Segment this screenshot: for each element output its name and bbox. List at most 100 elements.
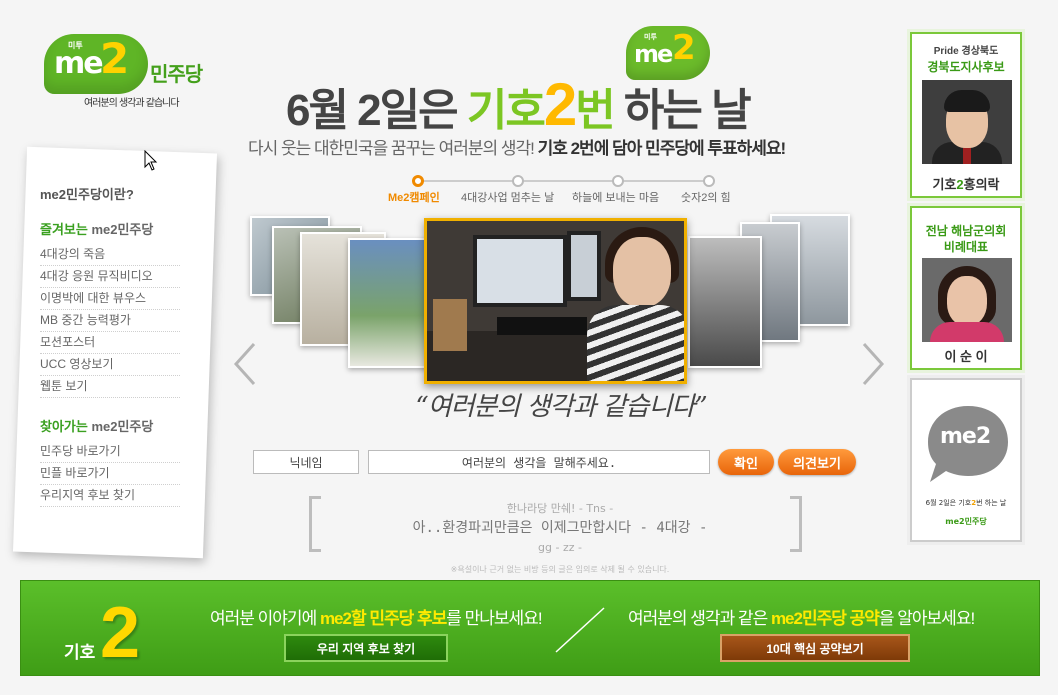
photo-shirt [587, 305, 684, 381]
candidate-card-gyeongbuk[interactable]: Pride 경상북도 경북도지사후보 기호2홍의락 [910, 32, 1022, 198]
banner-t1-c: 를 만나보세요! [446, 609, 542, 628]
comment-notice: ※욕설이나 근거 없는 비방 등의 글은 임의로 삭제 될 수 있습니다. [450, 565, 670, 574]
candidate-name-pre: 기호 [932, 177, 957, 192]
candidate-title-line2: 비례대표 [943, 240, 989, 254]
banner-t2-a: 여러분의 생각과 같은 [628, 609, 771, 628]
menu-item[interactable]: 민주당 바로가기 [40, 441, 180, 463]
step-dot[interactable] [612, 175, 624, 187]
photo-top [930, 322, 1004, 342]
logo-me: me [54, 46, 104, 81]
poster-party: me2민주당 [945, 517, 987, 526]
candidate-name: 기호2홍의락 [912, 174, 1020, 193]
gallery-main-photo[interactable] [424, 218, 687, 384]
candidate-title-line1: 전남 해남군의회 [925, 224, 1007, 238]
steps-track [418, 180, 710, 182]
chevron-right-icon[interactable] [860, 342, 886, 386]
step-label[interactable]: 숫자2의 힘 [681, 189, 731, 205]
poster-logo: me2 [940, 424, 991, 449]
logo-two: 2 [100, 34, 130, 83]
step-dot[interactable] [512, 175, 524, 187]
nickname-input[interactable] [253, 450, 359, 474]
poster-caption: 6월 2일은 기호2번 하는 날 [912, 498, 1020, 508]
banner-t2-b: me2민주당 공약 [770, 609, 880, 628]
headline-part5: 하는 날 [613, 86, 752, 135]
menu-section-favorites: 즐겨보는 me2민주당 [40, 219, 180, 238]
candidate-photo [922, 80, 1012, 164]
step-dot-active[interactable] [412, 175, 424, 187]
menu-item[interactable]: UCC 영상보기 [40, 354, 180, 376]
bracket-right [790, 496, 802, 552]
banner-t1-b: me2할 민주당 후보 [319, 609, 447, 628]
confirm-button[interactable]: 확인 [718, 449, 774, 475]
menu-item[interactable]: 우리지역 후보 찾기 [40, 485, 180, 507]
page-subheadline: 다시 웃는 대한민국을 꿈꾸는 여러분의 생각! 기호 2번에 담아 민주당에 … [248, 134, 828, 158]
step-dot[interactable] [703, 175, 715, 187]
candidate-name-num: 2 [956, 177, 964, 192]
comment-line: gg - zz - [538, 541, 582, 554]
mouse-cursor-icon [144, 150, 158, 171]
headline-part2: 기호 [466, 86, 546, 135]
view-pledges-button[interactable]: 10대 핵심 공약보기 [720, 634, 910, 662]
headline-part3: 2 [543, 71, 577, 138]
party-logo[interactable]: 미투 me 2 민주당 여러분의 생각과 같습니다 [44, 34, 204, 109]
opinion-input[interactable] [368, 450, 710, 474]
candidate-name: 이 순 이 [944, 349, 988, 364]
gallery-photo[interactable] [348, 238, 428, 368]
headline-part4: 번 [575, 86, 616, 135]
menu-section-favorites-gray: me2민주당 [87, 222, 154, 237]
candidate-photo [922, 258, 1012, 342]
poster-caption-a: 6월 2일은 기호 [925, 499, 972, 507]
menu-section-favorites-green: 즐겨보는 [40, 222, 88, 237]
photo-face [947, 276, 987, 326]
menu-item[interactable]: 4대강 응원 뮤직비디오 [40, 266, 180, 288]
menu-item[interactable]: 모션포스터 [40, 332, 180, 354]
banner-t2-c: 을 알아보세요! [878, 609, 975, 628]
gallery-photo[interactable] [688, 236, 762, 368]
headline-part1: 6월 2일은 [286, 86, 467, 135]
candidate-title: 경북도지사후보 [927, 60, 1005, 74]
menu-item[interactable]: 민플 바로가기 [40, 463, 180, 485]
campaign-poster-card[interactable]: me2 6월 2일은 기호2번 하는 날 me2민주당 [910, 378, 1022, 542]
menu-section-visit-gray: me2민주당 [87, 419, 154, 434]
subhead-plain: 다시 웃는 대한민국을 꿈꾸는 여러분의 생각! [248, 139, 538, 158]
badge-me: me [634, 40, 673, 68]
menu-section-visit: 찾아가는 me2민주당 [40, 416, 180, 435]
menu-item[interactable]: 이명박에 대한 뷰우스 [40, 288, 180, 310]
slogan: “여러분의 생각과 같습니다” [415, 392, 707, 422]
side-menu: me2민주당이란? 즐겨보는 me2민주당 4대강의 죽음 4대강 응원 뮤직비… [40, 184, 180, 507]
photo-face [613, 237, 671, 307]
me2-badge: 미투 me 2 [626, 26, 710, 80]
menu-item[interactable]: 웹툰 보기 [40, 376, 180, 398]
find-local-candidate-button[interactable]: 우리 지역 후보 찾기 [284, 634, 448, 662]
step-label-active[interactable]: Me2캠페인 [388, 189, 440, 205]
banner-text-candidates: 여러분 이야기에 me2할 민주당 후보를 만나보세요! [210, 604, 570, 629]
logo-party-name: 민주당 [150, 62, 203, 86]
comment-line: 한나라당 만쉐! - Tns - [506, 502, 614, 515]
photo-monitor [567, 231, 601, 301]
chevron-left-icon[interactable] [232, 342, 258, 386]
menu-title-link[interactable]: me2민주당이란? [40, 184, 180, 203]
banner-number: 2 [100, 593, 141, 673]
photo-monitor [473, 235, 567, 307]
comment-line-featured: 아..환경파괴만큼은 이제그만합시다 - 4대강 - [412, 520, 708, 536]
photo-keyboard [497, 317, 587, 335]
menu-section-visit-green: 찾아가는 [40, 419, 88, 434]
candidate-region-logo: Pride 경상북도 [933, 46, 999, 57]
menu-item[interactable]: MB 중간 능력평가 [40, 310, 180, 332]
banner-label: 기호 [64, 643, 96, 662]
banner-t1-a: 여러분 이야기에 [210, 609, 320, 628]
poster-caption-c: 번 하는 날 [976, 499, 1007, 507]
banner-divider [555, 607, 605, 653]
step-label[interactable]: 하늘에 보내는 마음 [572, 189, 659, 205]
menu-item[interactable]: 4대강의 죽음 [40, 244, 180, 266]
subhead-bold: 기호 2번에 담아 민주당에 투표하세요! [537, 139, 787, 158]
logo-tagline: 여러분의 생각과 같습니다 [84, 98, 180, 109]
badge-two: 2 [672, 28, 696, 68]
step-label[interactable]: 4대강사업 멈추는 날 [461, 189, 554, 205]
photo-hair [944, 90, 990, 112]
view-opinions-button[interactable]: 의견보기 [778, 449, 856, 475]
banner-text-pledges: 여러분의 생각과 같은 me2민주당 공약을 알아보세요! [628, 604, 1008, 629]
photo-bag [433, 299, 467, 351]
bracket-left [309, 496, 321, 552]
candidate-card-haenam[interactable]: 전남 해남군의회 비례대표 이 순 이 [910, 206, 1022, 370]
